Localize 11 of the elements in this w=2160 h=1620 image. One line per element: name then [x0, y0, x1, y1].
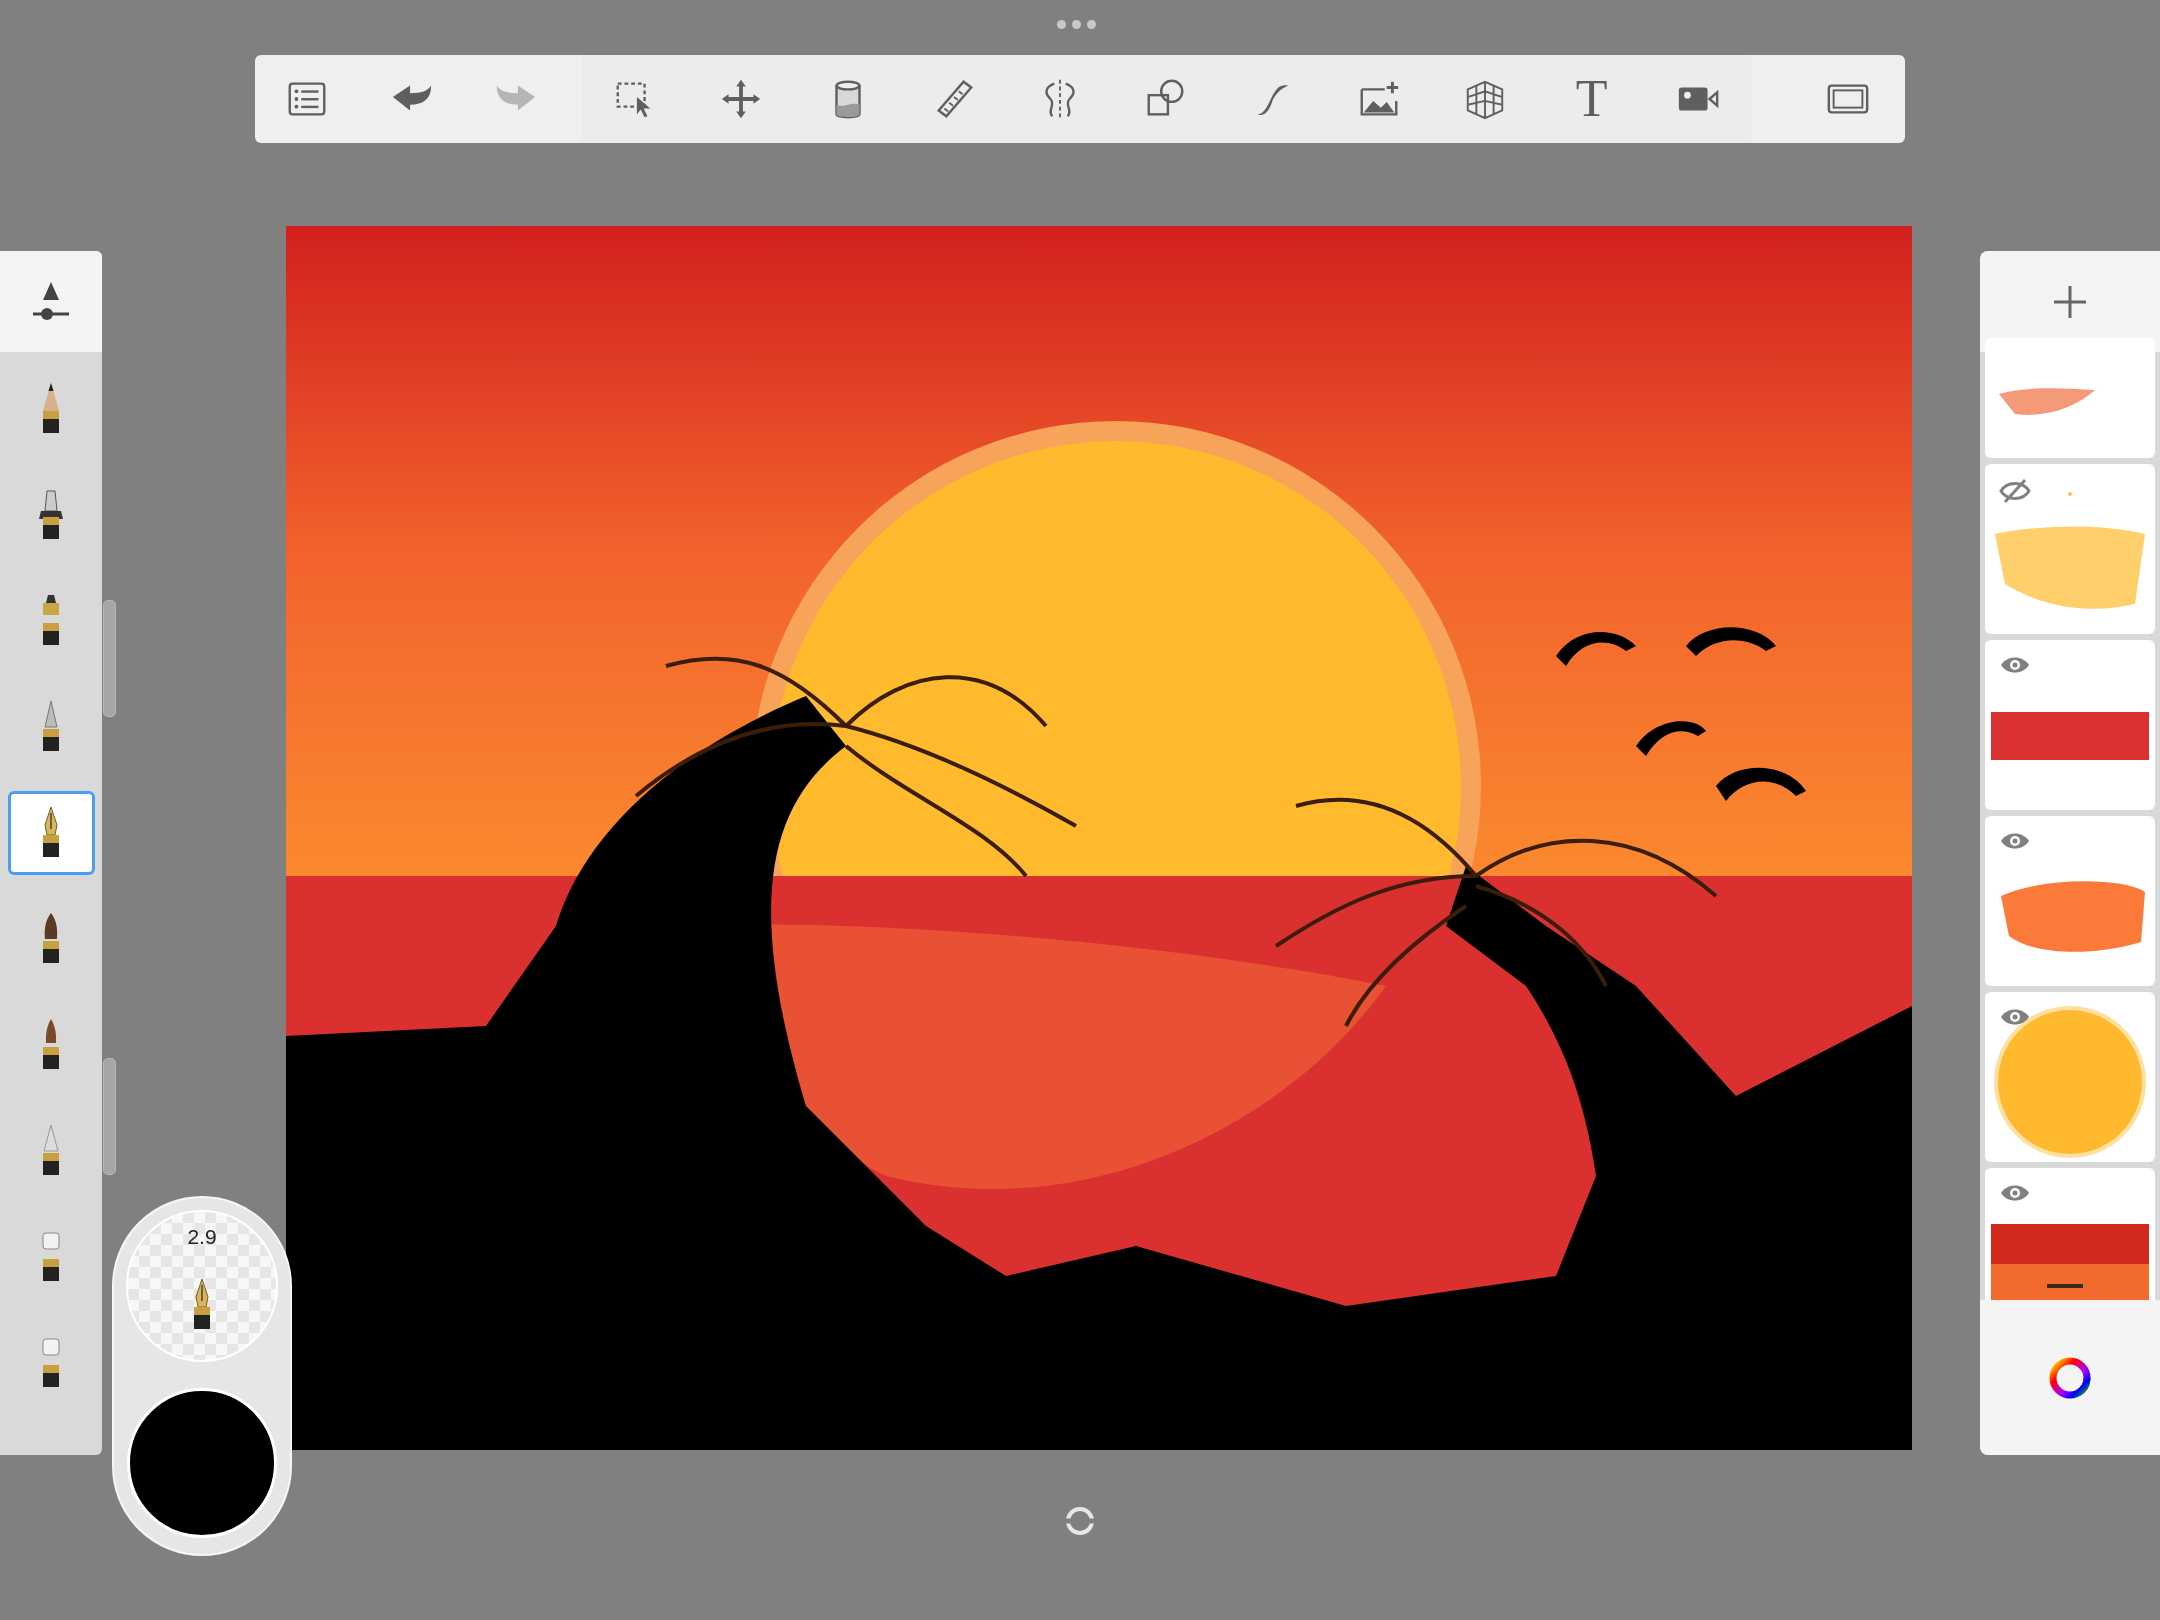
- brush-size-label: 2.9: [187, 1226, 217, 1247]
- layer-card[interactable]: [1985, 1168, 2155, 1300]
- brush-button[interactable]: [7, 791, 95, 875]
- layer-card[interactable]: [1985, 640, 2155, 810]
- layer-card[interactable]: [1985, 816, 2155, 986]
- brush-puck[interactable]: 2.9: [112, 1196, 292, 1556]
- rotate-icon[interactable]: [1064, 1505, 1096, 1537]
- hidden-eye-icon[interactable]: [1999, 478, 2031, 504]
- scroll-handle[interactable]: [103, 1058, 116, 1175]
- text-tool[interactable]: T: [1575, 73, 1608, 125]
- scroll-handle[interactable]: [103, 600, 116, 717]
